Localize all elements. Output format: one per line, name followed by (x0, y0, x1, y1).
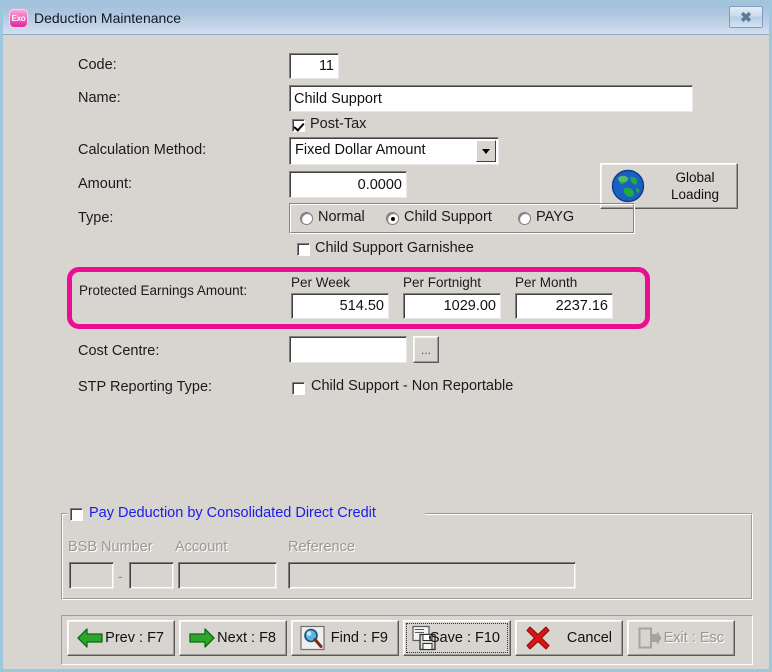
protected-earnings-label: Protected Earnings Amount: (79, 283, 247, 298)
code-input[interactable] (289, 53, 339, 79)
radio-child-support[interactable] (386, 212, 399, 225)
title-bar[interactable]: Exo Deduction Maintenance ✖ (3, 2, 769, 35)
prev-button[interactable]: Prev : F7 (67, 620, 175, 656)
global-loading-line2: Loading (671, 187, 719, 202)
exit-button: Exit : Esc (627, 620, 735, 656)
per-week-input[interactable] (291, 293, 389, 319)
find-button[interactable]: Find : F9 (291, 620, 399, 656)
name-input[interactable] (289, 85, 693, 112)
calculation-method-label: Calculation Method: (78, 142, 206, 158)
cancel-button-label: Cancel (567, 630, 612, 646)
form-client-area: Code: Name: Post-Tax Calculation Method:… (3, 35, 769, 669)
exit-button-label: Exit : Esc (664, 630, 724, 646)
exit-arrow-icon (638, 627, 662, 649)
prev-button-label: Prev : F7 (105, 630, 164, 646)
close-x-icon (526, 626, 550, 650)
calculation-method-select[interactable]: Fixed Dollar Amount (289, 137, 499, 165)
type-radio-group: Normal Child Support PAYG (289, 203, 635, 234)
radio-payg-label: PAYG (536, 209, 574, 225)
account-input[interactable] (178, 562, 277, 589)
global-loading-line1: Global (675, 170, 714, 185)
close-button[interactable]: ✖ (729, 6, 763, 28)
exo-app-icon: Exo (9, 9, 28, 28)
cost-centre-browse-button[interactable]: ... (413, 336, 439, 363)
chevron-down-icon[interactable] (476, 140, 496, 162)
post-tax-checkbox[interactable] (292, 119, 305, 132)
stp-non-reportable-label: Child Support - Non Reportable (311, 378, 513, 394)
radio-child-support-label: Child Support (404, 209, 492, 225)
type-label: Type: (78, 210, 113, 226)
bsb-part1-input[interactable] (69, 562, 114, 589)
calculation-method-value: Fixed Dollar Amount (295, 138, 426, 162)
cancel-button[interactable]: Cancel (515, 620, 623, 656)
amount-label: Amount: (78, 176, 132, 192)
direct-credit-legend: Pay Deduction by Consolidated Direct Cre… (89, 505, 376, 521)
child-support-garnishee-checkbox[interactable] (297, 243, 310, 256)
globe-icon (611, 169, 645, 203)
radio-payg[interactable] (518, 212, 531, 225)
reference-label: Reference (288, 539, 355, 555)
reference-input[interactable] (288, 562, 576, 589)
next-button-label: Next : F8 (217, 630, 276, 646)
radio-normal-label: Normal (318, 209, 365, 225)
stp-non-reportable-checkbox[interactable] (292, 382, 305, 395)
radio-normal[interactable] (300, 212, 313, 225)
close-icon: ✖ (730, 7, 762, 27)
child-support-garnishee-label: Child Support Garnishee (315, 240, 474, 256)
ellipsis-icon: ... (421, 343, 431, 357)
bsb-separator: - (118, 568, 123, 584)
bsb-part2-input[interactable] (129, 562, 174, 589)
cost-centre-input[interactable] (289, 336, 407, 363)
per-fortnight-input[interactable] (403, 293, 501, 319)
account-label: Account (175, 539, 227, 555)
amount-input[interactable] (289, 171, 407, 198)
bsb-number-label: BSB Number (68, 539, 153, 555)
per-week-label: Per Week (291, 275, 350, 290)
exo-app-icon-text: Exo (10, 10, 27, 27)
direct-credit-checkbox[interactable] (70, 508, 83, 521)
save-button-label: Save : F10 (430, 630, 500, 646)
code-label: Code: (78, 57, 117, 73)
window-title: Deduction Maintenance (34, 10, 181, 26)
name-label: Name: (78, 90, 121, 106)
post-tax-label: Post-Tax (310, 116, 366, 132)
search-icon (300, 626, 325, 651)
per-month-label: Per Month (515, 275, 577, 290)
arrow-left-icon (77, 628, 103, 648)
per-fortnight-label: Per Fortnight (403, 275, 481, 290)
next-button[interactable]: Next : F8 (179, 620, 287, 656)
stp-reporting-type-label: STP Reporting Type: (78, 379, 212, 395)
arrow-right-icon (189, 628, 215, 648)
cost-centre-label: Cost Centre: (78, 343, 159, 359)
deduction-maintenance-window: Exo Deduction Maintenance ✖ Code: Name: … (0, 0, 772, 672)
save-button[interactable]: Save : F10 (403, 620, 511, 656)
save-disk-icon (412, 626, 437, 651)
per-month-input[interactable] (515, 293, 613, 319)
find-button-label: Find : F9 (331, 630, 388, 646)
